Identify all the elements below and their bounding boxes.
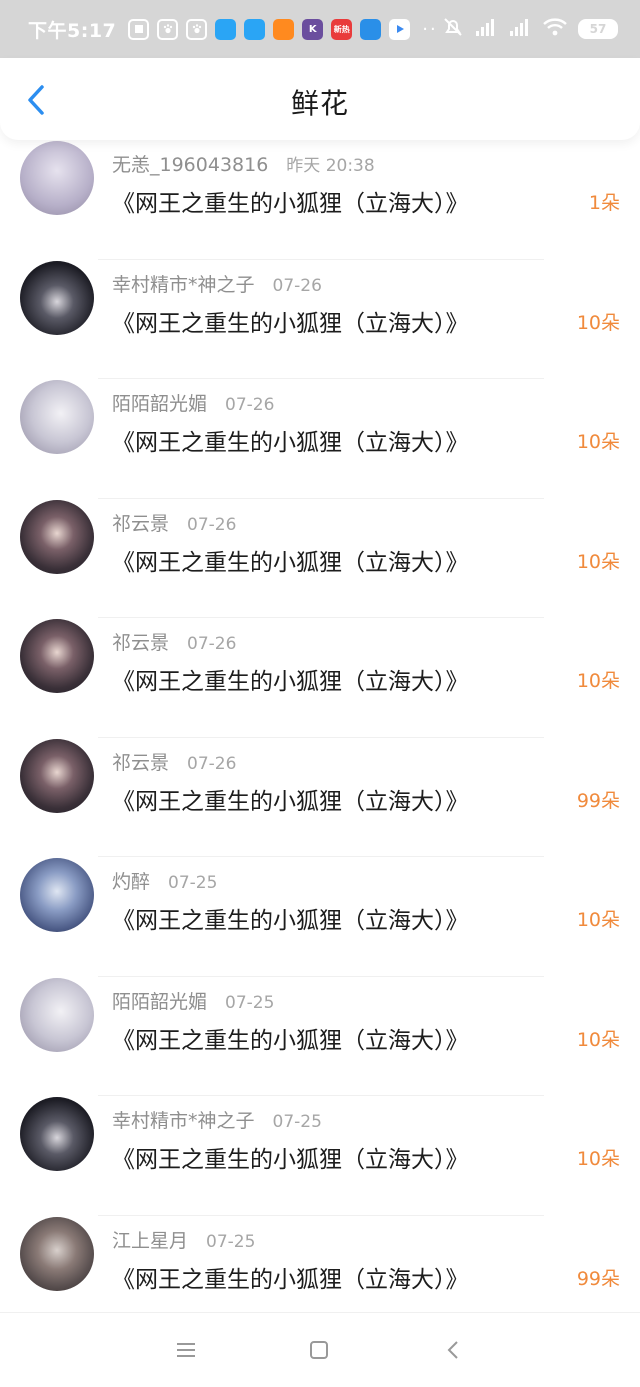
status-bar: 下午5:17 K 新热 ·· 57 [0, 0, 640, 58]
avatar[interactable] [20, 380, 94, 454]
menu-icon [177, 1343, 195, 1357]
timestamp: 07-25 [225, 992, 275, 1013]
list-item[interactable]: 陌陌韶光媚 07-26 《网王之重生的小狐狸（立海大）》 10朵 [0, 379, 640, 499]
list-item[interactable]: 灼醉 07-25 《网王之重生的小狐狸（立海大）》 10朵 [0, 857, 640, 977]
flower-count: 10朵 [576, 909, 620, 931]
timestamp: 07-25 [272, 1112, 322, 1132]
avatar[interactable] [20, 858, 94, 932]
list-item[interactable]: 幸村精市*神之子 07-26 《网王之重生的小狐狸（立海大）》 10朵 [0, 260, 640, 379]
car-app-icon [360, 18, 382, 40]
book-title[interactable]: 《网王之重生的小狐狸（立海大）》 [112, 543, 469, 577]
item-meta: 江上星月 07-25 [112, 1226, 255, 1253]
avatar[interactable] [20, 1216, 94, 1291]
username[interactable]: 灼醉 [112, 867, 150, 894]
item-meta: 祁云景 07-26 [112, 509, 236, 536]
mute-bell-icon [442, 16, 464, 42]
home-button[interactable] [304, 1335, 334, 1365]
flower-count: 99朵 [576, 789, 620, 812]
item-meta: 无恙_196043816 昨天 20:38 [112, 150, 375, 177]
list-item[interactable]: 幸村精市*神之子 07-25 《网王之重生的小狐狸（立海大）》 10朵 [0, 1096, 640, 1216]
timestamp: 07-26 [187, 634, 237, 654]
flower-count: 99朵 [576, 1267, 620, 1290]
flower-count: 10朵 [576, 1028, 620, 1051]
avatar[interactable] [20, 499, 94, 574]
book-title[interactable]: 《网王之重生的小狐狸（立海大）》 [112, 1140, 469, 1174]
flower-count: 1朵 [588, 192, 620, 214]
timestamp: 07-26 [225, 395, 275, 415]
username[interactable]: 陌陌韶光媚 [112, 987, 207, 1014]
timestamp: 07-26 [272, 275, 322, 296]
flower-count: 10朵 [576, 670, 620, 692]
baidu-paw-icon [157, 18, 179, 40]
list-item[interactable]: 无恙_196043816 昨天 20:38 《网王之重生的小狐狸（立海大）》 1… [0, 140, 640, 260]
item-meta: 幸村精市*神之子 07-25 [112, 1106, 322, 1133]
system-navigation-bar [0, 1312, 640, 1387]
home-square-icon [310, 1341, 328, 1359]
status-time: 下午5:17 [28, 19, 117, 42]
video-app-icon [389, 18, 411, 40]
avatar[interactable] [20, 141, 94, 215]
book-title[interactable]: 《网王之重生的小狐狸（立海大）》 [112, 662, 469, 696]
avatar[interactable] [20, 619, 94, 693]
baidu-paw-icon [186, 18, 208, 40]
username[interactable]: 幸村精市*神之子 [112, 1106, 255, 1133]
item-meta: 陌陌韶光媚 07-25 [112, 987, 274, 1014]
book-title[interactable]: 《网王之重生的小狐狸（立海大）》 [112, 304, 469, 338]
flower-count: 10朵 [576, 311, 620, 334]
item-meta: 陌陌韶光媚 07-26 [112, 389, 274, 416]
blue-app-icon [244, 18, 266, 40]
username[interactable]: 祁云景 [112, 748, 169, 775]
page-header: 鲜花 [0, 58, 640, 140]
flower-count: 10朵 [576, 431, 620, 453]
system-back-button[interactable] [438, 1335, 468, 1365]
timestamp: 昨天 20:38 [286, 156, 375, 176]
signal-icon [508, 17, 532, 41]
signal-icon [474, 17, 498, 41]
status-app-icons: K 新热 ·· [128, 18, 438, 40]
avatar[interactable] [20, 738, 94, 813]
avatar[interactable] [20, 977, 94, 1052]
timestamp: 07-25 [206, 1231, 256, 1252]
notes-app-icon [128, 18, 150, 40]
news-app-icon: 新热 [331, 18, 353, 40]
book-title[interactable]: 《网王之重生的小狐狸（立海大）》 [112, 423, 469, 457]
uc-browser-icon [273, 18, 295, 40]
book-title[interactable]: 《网王之重生的小狐狸（立海大）》 [112, 901, 469, 935]
username[interactable]: 无恙_196043816 [112, 150, 268, 177]
battery-indicator: 57 [578, 19, 618, 39]
timestamp: 07-25 [168, 873, 218, 893]
blue-app-icon [215, 18, 237, 40]
avatar[interactable] [20, 260, 94, 335]
wifi-icon [542, 17, 568, 41]
back-triangle-icon [447, 1341, 458, 1359]
book-title[interactable]: 《网王之重生的小狐狸（立海大）》 [112, 184, 469, 218]
flower-record-list: 无恙_196043816 昨天 20:38 《网王之重生的小狐狸（立海大）》 1… [0, 140, 640, 1335]
flower-count: 10朵 [576, 1148, 620, 1170]
username[interactable]: 祁云景 [112, 509, 169, 536]
username[interactable]: 幸村精市*神之子 [112, 270, 255, 297]
username[interactable]: 江上星月 [112, 1226, 188, 1253]
k-app-icon: K [302, 18, 324, 40]
book-title[interactable]: 《网王之重生的小狐狸（立海大）》 [112, 1021, 469, 1055]
book-title[interactable]: 《网王之重生的小狐狸（立海大）》 [112, 782, 469, 816]
item-meta: 灼醉 07-25 [112, 867, 217, 894]
more-notifications-dots: ·· [422, 18, 438, 40]
avatar[interactable] [20, 1097, 94, 1171]
username[interactable]: 祁云景 [112, 628, 169, 655]
item-meta: 祁云景 07-26 [112, 628, 236, 655]
item-meta: 祁云景 07-26 [112, 748, 236, 775]
list-item[interactable]: 祁云景 07-26 《网王之重生的小狐狸（立海大）》 10朵 [0, 499, 640, 618]
username[interactable]: 陌陌韶光媚 [112, 389, 207, 416]
item-meta: 幸村精市*神之子 07-26 [112, 270, 322, 297]
menu-button[interactable] [171, 1335, 201, 1365]
page-title: 鲜花 [290, 87, 349, 120]
status-right: 57 [442, 16, 618, 42]
book-title[interactable]: 《网王之重生的小狐狸（立海大）》 [112, 1260, 469, 1294]
list-item[interactable]: 祁云景 07-26 《网王之重生的小狐狸（立海大）》 10朵 [0, 618, 640, 738]
list-item[interactable]: 陌陌韶光媚 07-25 《网王之重生的小狐狸（立海大）》 10朵 [0, 977, 640, 1096]
list-item[interactable]: 祁云景 07-26 《网王之重生的小狐狸（立海大）》 99朵 [0, 738, 640, 857]
timestamp: 07-26 [187, 514, 237, 535]
timestamp: 07-26 [187, 753, 237, 774]
flower-count: 10朵 [576, 550, 620, 573]
